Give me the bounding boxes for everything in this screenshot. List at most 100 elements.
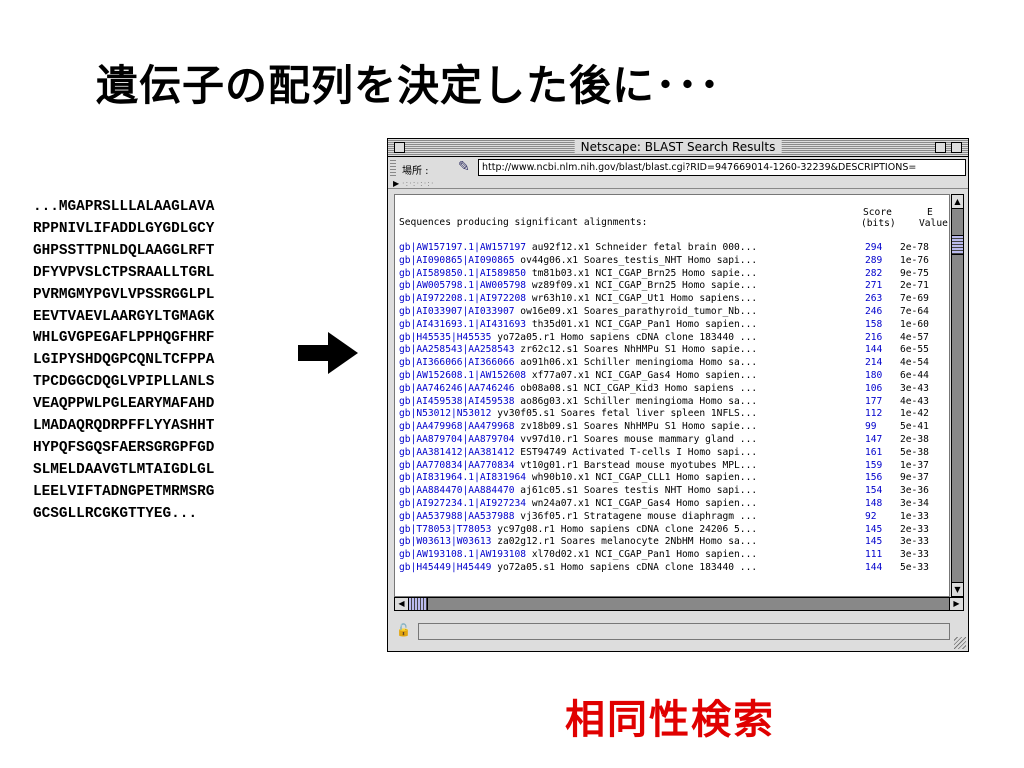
sequence-description: ow16e09.x1 Soares_parathyroid_tumor_Nb..… bbox=[514, 305, 758, 317]
right-arrow-icon bbox=[298, 332, 358, 374]
accession-link[interactable]: gb|AW193108.1|AW193108 bbox=[399, 549, 526, 560]
result-row: gb|AW152608.1|AW152608 xf77a07.x1 NCI_CG… bbox=[399, 370, 949, 383]
score-link[interactable]: 263 bbox=[865, 293, 882, 306]
score-link[interactable]: 154 bbox=[865, 485, 882, 498]
result-row: gb|AA746246|AA746246 ob08a08.s1 NCI_CGAP… bbox=[399, 383, 949, 396]
result-row: gb|AI090865|AI090865 ov44g06.x1 Soares_t… bbox=[399, 255, 949, 268]
evalue-text: 6e-55 bbox=[900, 344, 929, 356]
score-link[interactable]: 216 bbox=[865, 332, 882, 345]
evalue-text: 1e-42 bbox=[900, 408, 929, 420]
accession-link[interactable]: gb|AI090865|AI090865 bbox=[399, 255, 515, 266]
url-field[interactable]: http://www.ncbi.nlm.nih.gov/blast/blast.… bbox=[478, 159, 966, 176]
score-link[interactable]: 92 bbox=[865, 511, 877, 524]
score-link[interactable]: 282 bbox=[865, 268, 882, 281]
horizontal-scroll-thumb[interactable] bbox=[409, 598, 428, 610]
accession-link[interactable]: gb|AI927234.1|AI927234 bbox=[399, 498, 526, 509]
sequence-line: LGIPYSHDQGPCQNLTCFPPA bbox=[33, 352, 215, 369]
location-page-icon[interactable]: ✎ bbox=[458, 159, 470, 175]
accession-link[interactable]: gb|AI589850.1|AI589850 bbox=[399, 268, 526, 279]
score-link[interactable]: 177 bbox=[865, 396, 882, 409]
accession-link[interactable]: gb|AA770834|AA770834 bbox=[399, 460, 515, 471]
score-link[interactable]: 159 bbox=[865, 460, 882, 473]
accession-link[interactable]: gb|AI366066|AI366066 bbox=[399, 357, 515, 368]
score-link[interactable]: 161 bbox=[865, 447, 882, 460]
accession-link[interactable]: gb|AW157197.1|AW157197 bbox=[399, 242, 526, 253]
accession-link[interactable]: gb|AI033907|AI033907 bbox=[399, 306, 515, 317]
accession-link[interactable]: gb|W03613|W03613 bbox=[399, 536, 491, 547]
scroll-down-arrow-icon[interactable]: ▼ bbox=[952, 582, 963, 596]
score-link[interactable]: 145 bbox=[865, 524, 882, 537]
score-link[interactable]: 111 bbox=[865, 549, 882, 562]
score-link[interactable]: 106 bbox=[865, 383, 882, 396]
accession-link[interactable]: gb|N53012|N53012 bbox=[399, 408, 491, 419]
accession-link[interactable]: gb|AA381412|AA381412 bbox=[399, 447, 515, 458]
accession-link[interactable]: gb|H45449|H45449 bbox=[399, 562, 491, 573]
accession-link[interactable]: gb|AA537988|AA537988 bbox=[399, 511, 515, 522]
result-row: gb|N53012|N53012 yv30f05.s1 Soares fetal… bbox=[399, 408, 949, 421]
score-link[interactable]: 246 bbox=[865, 306, 882, 319]
score-link[interactable]: 145 bbox=[865, 536, 882, 549]
score-link[interactable]: 214 bbox=[865, 357, 882, 370]
accession-link[interactable]: gb|H45535|H45535 bbox=[399, 332, 491, 343]
security-lock-icon[interactable]: 🔓 bbox=[396, 623, 411, 637]
result-row: gb|AA537988|AA537988 vj36f05.r1 Stratage… bbox=[399, 511, 949, 524]
score-link[interactable]: 156 bbox=[865, 472, 882, 485]
result-row: gb|AW193108.1|AW193108 xl70d02.x1 NCI_CG… bbox=[399, 549, 949, 562]
score-link[interactable]: 158 bbox=[865, 319, 882, 332]
accession-link[interactable]: gb|AA479968|AA479968 bbox=[399, 421, 515, 432]
evalue-text: 5e-38 bbox=[900, 446, 929, 458]
accession-link[interactable]: gb|AA258543|AA258543 bbox=[399, 344, 515, 355]
sequence-line: GHPSSTTPNLDQLAAGGLRFT bbox=[33, 242, 215, 259]
results-list: gb|AW157197.1|AW157197 au92f12.x1 Schnei… bbox=[399, 242, 949, 575]
sequence-description: ao91h06.x1 Schiller meningioma Homo sa..… bbox=[514, 357, 758, 369]
vertical-scrollbar[interactable]: ▲ ▼ bbox=[951, 194, 964, 597]
accession-link[interactable]: gb|AA884470|AA884470 bbox=[399, 485, 515, 496]
evalue-text: 3e-33 bbox=[900, 549, 929, 561]
evalue-text: 4e-57 bbox=[900, 331, 929, 343]
accession-link[interactable]: gb|AW005798.1|AW005798 bbox=[399, 280, 526, 291]
resize-grip-icon[interactable] bbox=[954, 637, 966, 649]
score-link[interactable]: 112 bbox=[865, 408, 882, 421]
evalue-text: 9e-75 bbox=[900, 267, 929, 279]
accession-link[interactable]: gb|AI431693.1|AI431693 bbox=[399, 319, 526, 330]
score-link[interactable]: 99 bbox=[865, 421, 877, 434]
location-label: 場所 : bbox=[402, 166, 429, 177]
zoom-box-icon[interactable] bbox=[935, 142, 946, 153]
score-link[interactable]: 180 bbox=[865, 370, 882, 383]
expand-triangle-icon[interactable]: ▶ bbox=[393, 179, 399, 188]
evalue-text: 1e-37 bbox=[900, 459, 929, 471]
score-link[interactable]: 148 bbox=[865, 498, 882, 511]
close-box-icon[interactable] bbox=[394, 142, 405, 153]
collapse-box-icon[interactable] bbox=[951, 142, 962, 153]
accession-link[interactable]: gb|T78053|T78053 bbox=[399, 524, 491, 535]
sequence-description: th35d01.x1 NCI_CGAP_Pan1 Homo sapien... bbox=[526, 318, 758, 330]
evalue-text: 2e-71 bbox=[900, 280, 929, 292]
score-link[interactable]: 294 bbox=[865, 242, 882, 255]
scroll-right-arrow-icon[interactable]: ▶ bbox=[949, 598, 963, 610]
accession-link[interactable]: gb|AA879704|AA879704 bbox=[399, 434, 515, 445]
sequence-description: yo72a05.s1 Homo sapiens cDNA clone 18344… bbox=[491, 561, 758, 573]
score-link[interactable]: 289 bbox=[865, 255, 882, 268]
scroll-up-arrow-icon[interactable]: ▲ bbox=[952, 195, 963, 209]
evalue-text: 7e-69 bbox=[900, 293, 929, 305]
toolbar-grip-icon[interactable] bbox=[390, 160, 396, 176]
accession-link[interactable]: gb|AW152608.1|AW152608 bbox=[399, 370, 526, 381]
scroll-left-arrow-icon[interactable]: ◀ bbox=[395, 598, 409, 610]
accession-link[interactable]: gb|AI459538|AI459538 bbox=[399, 396, 515, 407]
accession-link[interactable]: gb|AI831964.1|AI831964 bbox=[399, 472, 526, 483]
sequence-description: vj36f05.r1 Stratagene mouse diaphragm ..… bbox=[514, 510, 758, 522]
score-link[interactable]: 144 bbox=[865, 344, 882, 357]
horizontal-scrollbar[interactable]: ◀ ▶ bbox=[394, 597, 964, 611]
evalue-text: 2e-33 bbox=[900, 523, 929, 535]
accession-link[interactable]: gb|AI972208.1|AI972208 bbox=[399, 293, 526, 304]
result-row: gb|AA884470|AA884470 aj61c05.s1 Soares t… bbox=[399, 485, 949, 498]
score-link[interactable]: 144 bbox=[865, 562, 882, 575]
result-row: gb|AW005798.1|AW005798 wz89f09.x1 NCI_CG… bbox=[399, 280, 949, 293]
score-column-header: Score (bits) bbox=[861, 207, 896, 229]
accession-link[interactable]: gb|AA746246|AA746246 bbox=[399, 383, 515, 394]
vertical-scroll-thumb[interactable] bbox=[952, 235, 963, 255]
result-row: gb|AI033907|AI033907 ow16e09.x1 Soares_p… bbox=[399, 306, 949, 319]
window-titlebar[interactable]: Netscape: BLAST Search Results bbox=[388, 139, 968, 157]
score-link[interactable]: 147 bbox=[865, 434, 882, 447]
score-link[interactable]: 271 bbox=[865, 280, 882, 293]
